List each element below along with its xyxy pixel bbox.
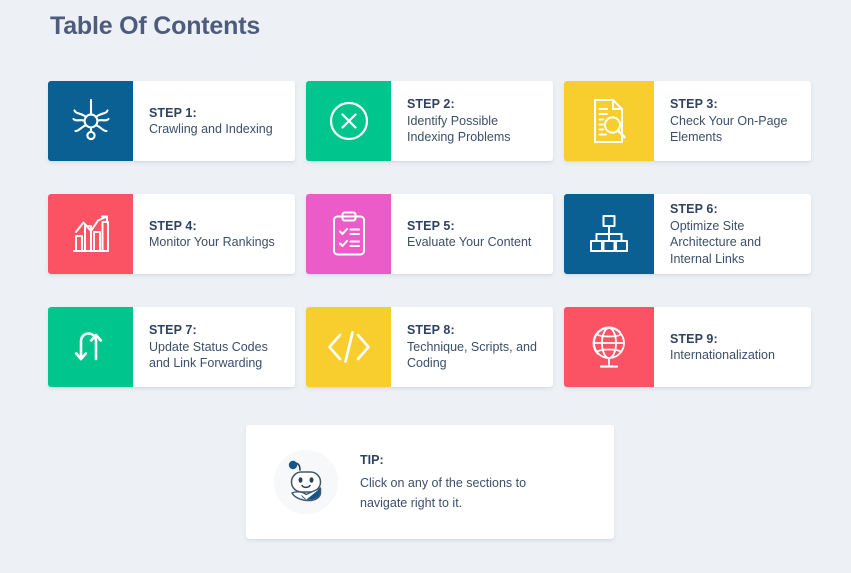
sitemap-hierarchy-icon — [586, 213, 632, 255]
step-3-label: STEP 3: — [670, 97, 718, 112]
tip-body: Click on any of the sections to navigate… — [360, 476, 527, 510]
bar-chart-icon — [68, 212, 114, 256]
step-9-label: STEP 9: — [670, 331, 718, 346]
step-9-description: Internationalization — [670, 348, 775, 362]
step-1-label: STEP 1: — [149, 105, 197, 120]
tip-text-block: TIP: Click on any of the sections to nav… — [360, 451, 592, 513]
page-title: Table Of Contents — [50, 12, 261, 40]
steps-grid: STEP 1: Crawling and Indexing STEP 2: Id… — [48, 81, 814, 387]
step-9-text: STEP 9: Internationalization — [654, 307, 811, 387]
step-7-description: Update Status Codes and Link Forwarding — [149, 339, 268, 371]
step-6-text: STEP 6: Optimize Site Architecture and I… — [654, 194, 811, 274]
step-9-icon-panel — [564, 307, 654, 387]
step-7-label: STEP 7: — [149, 323, 197, 338]
step-3-icon-panel — [564, 81, 654, 161]
step-card-8[interactable]: STEP 8: Technique, Scripts, and Coding — [306, 307, 553, 387]
step-card-7[interactable]: STEP 7: Update Status Codes and Link For… — [48, 307, 295, 387]
step-3-text: STEP 3: Check Your On-Page Elements — [654, 81, 811, 161]
tip-heading: TIP: — [360, 452, 384, 467]
step-4-description: Monitor Your Rankings — [149, 235, 275, 249]
step-6-description: Optimize Site Architecture and Internal … — [670, 218, 762, 266]
robot-mascot-icon — [274, 450, 338, 514]
step-1-icon-panel — [48, 81, 133, 161]
step-7-text: STEP 7: Update Status Codes and Link For… — [133, 307, 295, 387]
step-card-4[interactable]: STEP 4: Monitor Your Rankings — [48, 194, 295, 274]
step-3-description: Check Your On-Page Elements — [670, 113, 788, 145]
step-8-label: STEP 8: — [407, 323, 455, 338]
circle-x-icon — [326, 98, 372, 144]
step-card-2[interactable]: STEP 2: Identify Possible Indexing Probl… — [306, 81, 553, 161]
spider-crawler-icon — [69, 98, 113, 144]
tip-card: TIP: Click on any of the sections to nav… — [246, 425, 614, 539]
step-4-label: STEP 4: — [149, 218, 197, 233]
step-5-icon-panel — [306, 194, 391, 274]
step-5-text: STEP 5: Evaluate Your Content — [391, 194, 553, 274]
step-card-9[interactable]: STEP 9: Internationalization — [564, 307, 811, 387]
step-2-icon-panel — [306, 81, 391, 161]
code-brackets-icon — [325, 327, 373, 367]
step-8-description: Technique, Scripts, and Coding — [407, 339, 537, 371]
step-card-5[interactable]: STEP 5: Evaluate Your Content — [306, 194, 553, 274]
step-card-6[interactable]: STEP 6: Optimize Site Architecture and I… — [564, 194, 811, 274]
step-8-text: STEP 8: Technique, Scripts, and Coding — [391, 307, 553, 387]
table-of-contents-page: Table Of Contents STEP 1: Crawling and I… — [0, 0, 851, 573]
step-2-description: Identify Possible Indexing Problems — [407, 113, 511, 145]
step-card-3[interactable]: STEP 3: Check Your On-Page Elements — [564, 81, 811, 161]
redirect-arrows-icon — [69, 325, 113, 369]
step-card-1[interactable]: STEP 1: Crawling and Indexing — [48, 81, 295, 161]
clipboard-checklist-icon — [329, 210, 369, 258]
step-6-icon-panel — [564, 194, 654, 274]
step-5-label: STEP 5: — [407, 218, 455, 233]
step-2-label: STEP 2: — [407, 97, 455, 112]
step-8-icon-panel — [306, 307, 391, 387]
step-4-text: STEP 4: Monitor Your Rankings — [133, 194, 295, 274]
globe-stand-icon — [586, 323, 632, 371]
step-2-text: STEP 2: Identify Possible Indexing Probl… — [391, 81, 553, 161]
step-5-description: Evaluate Your Content — [407, 235, 532, 249]
step-1-text: STEP 1: Crawling and Indexing — [133, 81, 295, 161]
document-magnifier-icon — [588, 97, 630, 145]
step-6-label: STEP 6: — [670, 202, 718, 216]
step-1-description: Crawling and Indexing — [149, 122, 273, 136]
step-4-icon-panel — [48, 194, 133, 274]
step-7-icon-panel — [48, 307, 133, 387]
